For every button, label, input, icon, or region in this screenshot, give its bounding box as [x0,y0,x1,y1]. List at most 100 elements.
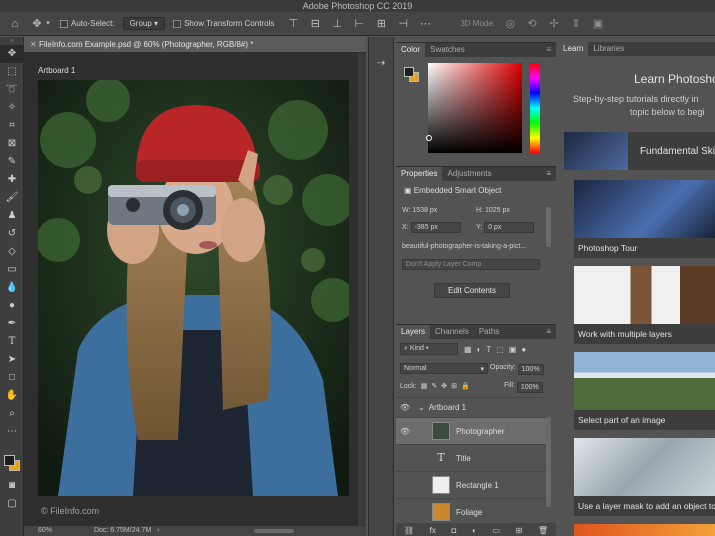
tab-libraries[interactable]: Libraries [588,42,629,56]
foreground-color-swatch[interactable] [4,455,15,466]
lock-image-icon[interactable]: ✎ [431,382,437,390]
tutorial-card-select[interactable]: Select part of an image [574,352,715,430]
tab-color[interactable]: Color [396,43,426,57]
panel-menu-icon[interactable]: ≡ [541,43,556,57]
tutorial-card-mask[interactable]: Use a layer mask to add an object to [574,438,715,516]
frame-tool-icon[interactable]: ⊠ [0,135,24,153]
crop-tool-icon[interactable]: ⌗ [0,117,24,135]
gradient-tool-icon[interactable]: ▭ [0,261,24,279]
filter-pixel-icon[interactable]: ▦ [464,345,472,354]
filter-adjustment-icon[interactable]: ◐ [477,345,482,354]
y-value[interactable]: 0 px [484,222,535,233]
vertical-scrollbar[interactable] [358,53,366,526]
lasso-tool-icon[interactable]: ➰ [0,81,24,99]
zoom-level[interactable]: 60% [38,527,52,534]
pen-tool-icon[interactable]: ✒ [0,315,24,333]
x-field[interactable]: X: -385 px [402,222,461,233]
distribute-icon[interactable]: ⋯ [418,17,432,31]
lock-artboard-icon[interactable]: ⊞ [451,382,457,390]
more-tools-icon[interactable]: ⋯ [0,423,24,441]
move-tool-icon[interactable]: ✥ [30,17,44,31]
align-center-icon[interactable]: ⊞ [374,17,388,31]
visibility-eye-icon[interactable]: 👁 [396,403,414,412]
adjustment-layer-icon[interactable]: ◐ [472,526,477,535]
layer-name[interactable]: Title [456,454,471,463]
filter-smart-icon[interactable]: ▣ [509,345,517,354]
tutorial-card-next[interactable] [574,524,715,536]
artboard-label[interactable]: Artboard 1 [38,66,75,75]
hand-tool-icon[interactable]: ✋ [0,387,24,405]
panel-menu-icon[interactable]: ≡ [541,167,556,181]
fill-value[interactable]: 100% [516,382,543,393]
tab-paths[interactable]: Paths [474,325,504,339]
visibility-eye-icon[interactable]: 👁 [396,427,414,436]
link-layers-icon[interactable]: ⛓ [404,526,414,535]
x-value[interactable]: -385 px [410,222,461,233]
layer-row-rectangle[interactable]: Rectangle 1 [396,471,546,498]
checkbox-box[interactable] [173,19,182,28]
tutorial-card-layers[interactable]: Work with multiple layers [574,266,715,344]
layers-scrollbar[interactable] [546,417,551,507]
layer-row-photographer[interactable]: 👁 Photographer [396,417,546,444]
color-panel-foreground-swatch[interactable] [404,67,414,77]
layer-comp-dropdown[interactable]: Don't Apply Layer Comp [402,259,540,270]
align-top-icon[interactable]: ⊤ [286,17,300,31]
auto-select-checkbox[interactable]: Auto-Select: [60,19,115,28]
quick-mask-icon[interactable]: ◙ [0,477,24,495]
drag-3d-icon[interactable]: ✢ [547,17,561,31]
marquee-tool-icon[interactable]: ⬚ [0,63,24,81]
layer-name[interactable]: Foliage [456,508,482,517]
chevron-down-icon[interactable]: ▾ [44,17,52,31]
eyedropper-tool-icon[interactable]: ✎ [0,153,24,171]
auto-select-dropdown[interactable]: Group ▾ [122,17,166,30]
align-right-icon[interactable]: ⊣ [396,17,410,31]
tab-properties[interactable]: Properties [396,167,443,181]
layer-name[interactable]: Rectangle 1 [456,481,499,490]
toolbar-collapse-icon[interactable]: » [0,37,24,45]
status-menu-arrow-icon[interactable]: › [157,527,159,534]
brush-tool-icon[interactable]: 🖌 [0,189,24,207]
lock-position-icon[interactable]: ✥ [441,382,447,390]
panel-menu-icon[interactable]: ≡ [541,325,556,339]
lock-transparent-icon[interactable]: ▦ [421,382,428,390]
home-icon[interactable]: ⌂ [8,17,22,31]
filter-type-icon[interactable]: T [486,345,491,354]
slide-3d-icon[interactable]: ⇕ [569,17,583,31]
magic-wand-tool-icon[interactable]: ✧ [0,99,24,117]
checkbox-box[interactable] [60,19,68,28]
lock-all-icon[interactable]: 🔒 [461,382,470,390]
hue-slider[interactable] [530,63,540,153]
h-value[interactable]: 1025 px [485,207,510,214]
scale-3d-icon[interactable]: ▣ [591,17,605,31]
zoom-tool-icon[interactable]: ⌕ [0,405,24,423]
new-group-icon[interactable]: ▭ [492,526,500,535]
w-field[interactable]: W: 1538 px [402,207,437,214]
blend-mode-dropdown[interactable]: Normal ▾ [400,363,488,374]
tab-channels[interactable]: Channels [430,325,474,339]
layer-row-title[interactable]: T Title [396,444,546,471]
history-brush-tool-icon[interactable]: ↺ [0,225,24,243]
screen-mode-icon[interactable]: ▢ [0,495,24,513]
color-picker-field[interactable] [426,63,522,153]
opacity-field[interactable]: Opacity: 100% [490,364,544,375]
layer-name[interactable]: Photographer [456,427,504,436]
healing-brush-tool-icon[interactable]: ✚ [0,171,24,189]
filter-kind-dropdown[interactable]: ⌕ Kind ▾ [400,343,458,355]
rectangle-tool-icon[interactable]: □ [0,369,24,387]
opacity-value[interactable]: 100% [517,364,544,375]
roll-3d-icon[interactable]: ⟲ [525,17,539,31]
dodge-tool-icon[interactable]: ● [0,297,24,315]
doc-size[interactable]: Doc: 6.75M/24.7M [94,527,151,534]
fundamental-skills-section[interactable]: Fundamental Ski [564,132,715,170]
tutorial-card-tour[interactable]: Photoshop Tour [574,180,715,258]
edit-contents-button[interactable]: Edit Contents [434,283,510,298]
document-tab[interactable]: ✕ FileInfo.com Example.psd @ 60% (Photog… [24,37,366,53]
add-mask-icon[interactable]: ◘ [451,526,456,535]
align-middle-icon[interactable]: ⊟ [308,17,322,31]
layer-row-foliage[interactable]: Foliage [396,498,546,525]
show-transform-checkbox[interactable]: Show Transform Controls [173,19,274,28]
blur-tool-icon[interactable]: 💧 [0,279,24,297]
align-bottom-icon[interactable]: ⊥ [330,17,344,31]
horizontal-scrollbar[interactable] [254,529,294,533]
properties-scrollbar[interactable] [546,207,551,247]
